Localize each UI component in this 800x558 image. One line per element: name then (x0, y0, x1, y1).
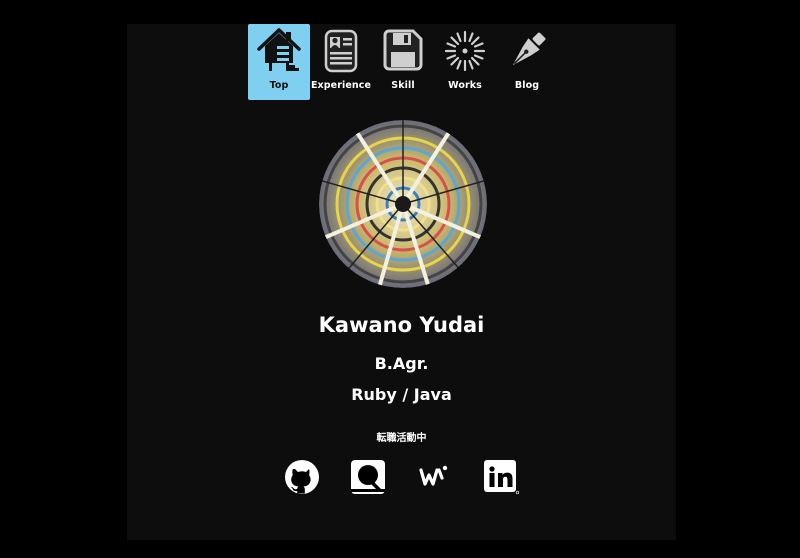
nav-item-label: Blog (514, 80, 540, 91)
nav-item-top[interactable]: Top (248, 24, 310, 100)
github-link[interactable] (283, 458, 321, 496)
nav-item-experience[interactable]: Experience (310, 24, 372, 100)
profile-artwork-image (319, 120, 487, 288)
nav-item-works[interactable]: Works (434, 24, 496, 100)
linkedin-icon (484, 460, 520, 495)
fountain-pen-icon (512, 32, 546, 66)
profile-name: Kawano Yudai (318, 313, 485, 337)
qiita-link[interactable] (349, 458, 387, 496)
linkedin-link[interactable] (482, 458, 520, 496)
nav-item-label: Top (269, 80, 289, 91)
profile-languages: Ruby / Java (351, 385, 452, 404)
profile-degree: B.Agr. (374, 354, 429, 373)
wantedly-icon (419, 465, 448, 486)
job-status-text: 転職活動中 (376, 433, 427, 444)
wantedly-link[interactable] (415, 458, 453, 496)
nav-item-blog[interactable]: Blog (496, 24, 558, 100)
nav-item-skill[interactable]: Skill (372, 24, 434, 100)
nav-item-label: Experience (310, 80, 372, 91)
qiita-icon (351, 460, 385, 494)
floppy-disk-icon (383, 29, 423, 71)
nav-item-label: Works (448, 80, 482, 91)
house-icon (257, 28, 301, 71)
top-nav: Top Experience Skill Works Blog (127, 24, 676, 100)
firework-icon (444, 30, 486, 72)
resume-icon (324, 29, 358, 73)
nav-item-label: Skill (391, 80, 415, 91)
main-panel: Top Experience Skill Works Blog Kawano Y… (127, 24, 676, 540)
github-icon (285, 460, 319, 494)
avatar (319, 120, 487, 288)
